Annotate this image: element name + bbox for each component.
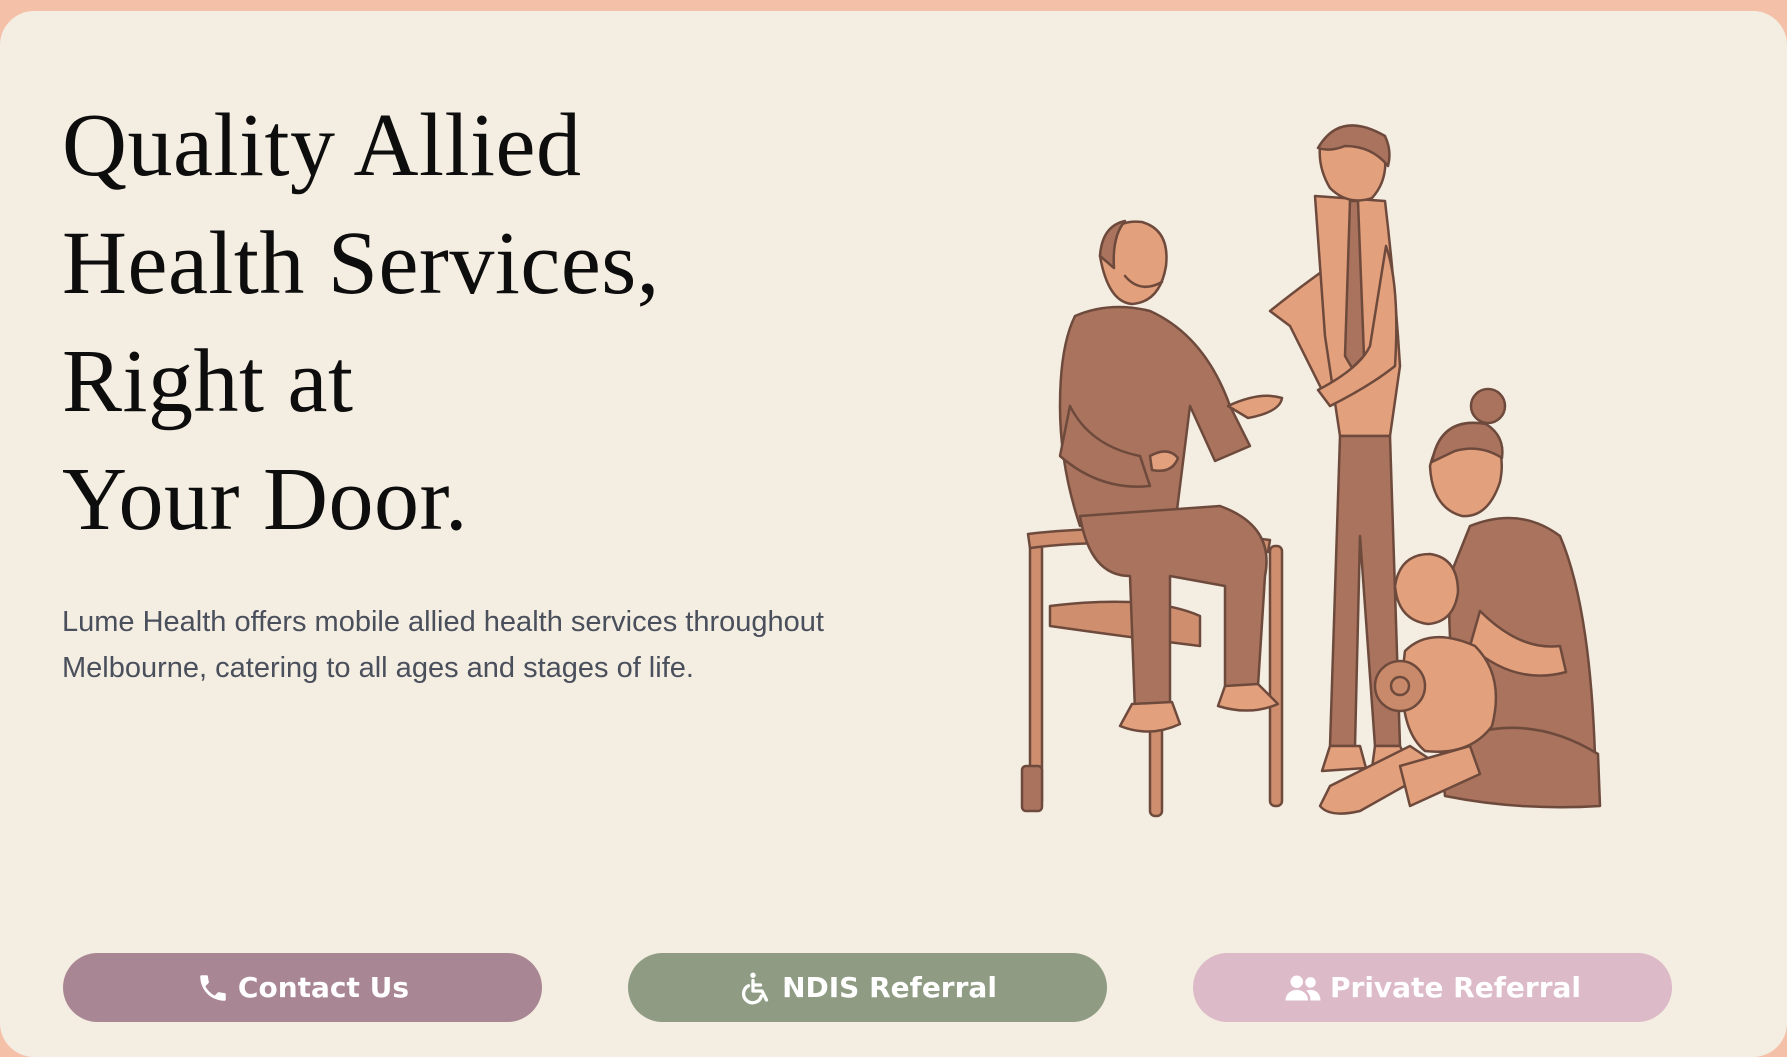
- seated-elderly-man: [1058, 219, 1284, 733]
- care-illustration: [1020, 124, 1602, 818]
- phone-icon: [200, 974, 226, 1001]
- contact-us-label: Contact Us: [237, 971, 410, 1004]
- title-line-2: Health Services,: [62, 214, 660, 313]
- title-line-1: Quality Allied: [62, 96, 582, 195]
- page-title: Quality Allied Health Services, Right at…: [62, 87, 660, 559]
- hero-description: Lume Health offers mobile allied health …: [62, 606, 824, 684]
- title-line-3: Right at: [62, 332, 354, 431]
- ndis-referral-label: NDIS Referral: [782, 971, 997, 1004]
- users-icon: [1285, 975, 1321, 1000]
- contact-us-button[interactable]: Contact Us: [63, 953, 542, 1022]
- private-referral-label: Private Referral: [1329, 971, 1582, 1004]
- hero-card: Quality Allied Health Services, Right at…: [0, 11, 1787, 1057]
- wheelchair-icon: [742, 972, 769, 1004]
- title-line-4: Your Door.: [62, 450, 468, 549]
- private-referral-button[interactable]: Private Referral: [1193, 953, 1672, 1022]
- ndis-referral-button[interactable]: NDIS Referral: [628, 953, 1107, 1022]
